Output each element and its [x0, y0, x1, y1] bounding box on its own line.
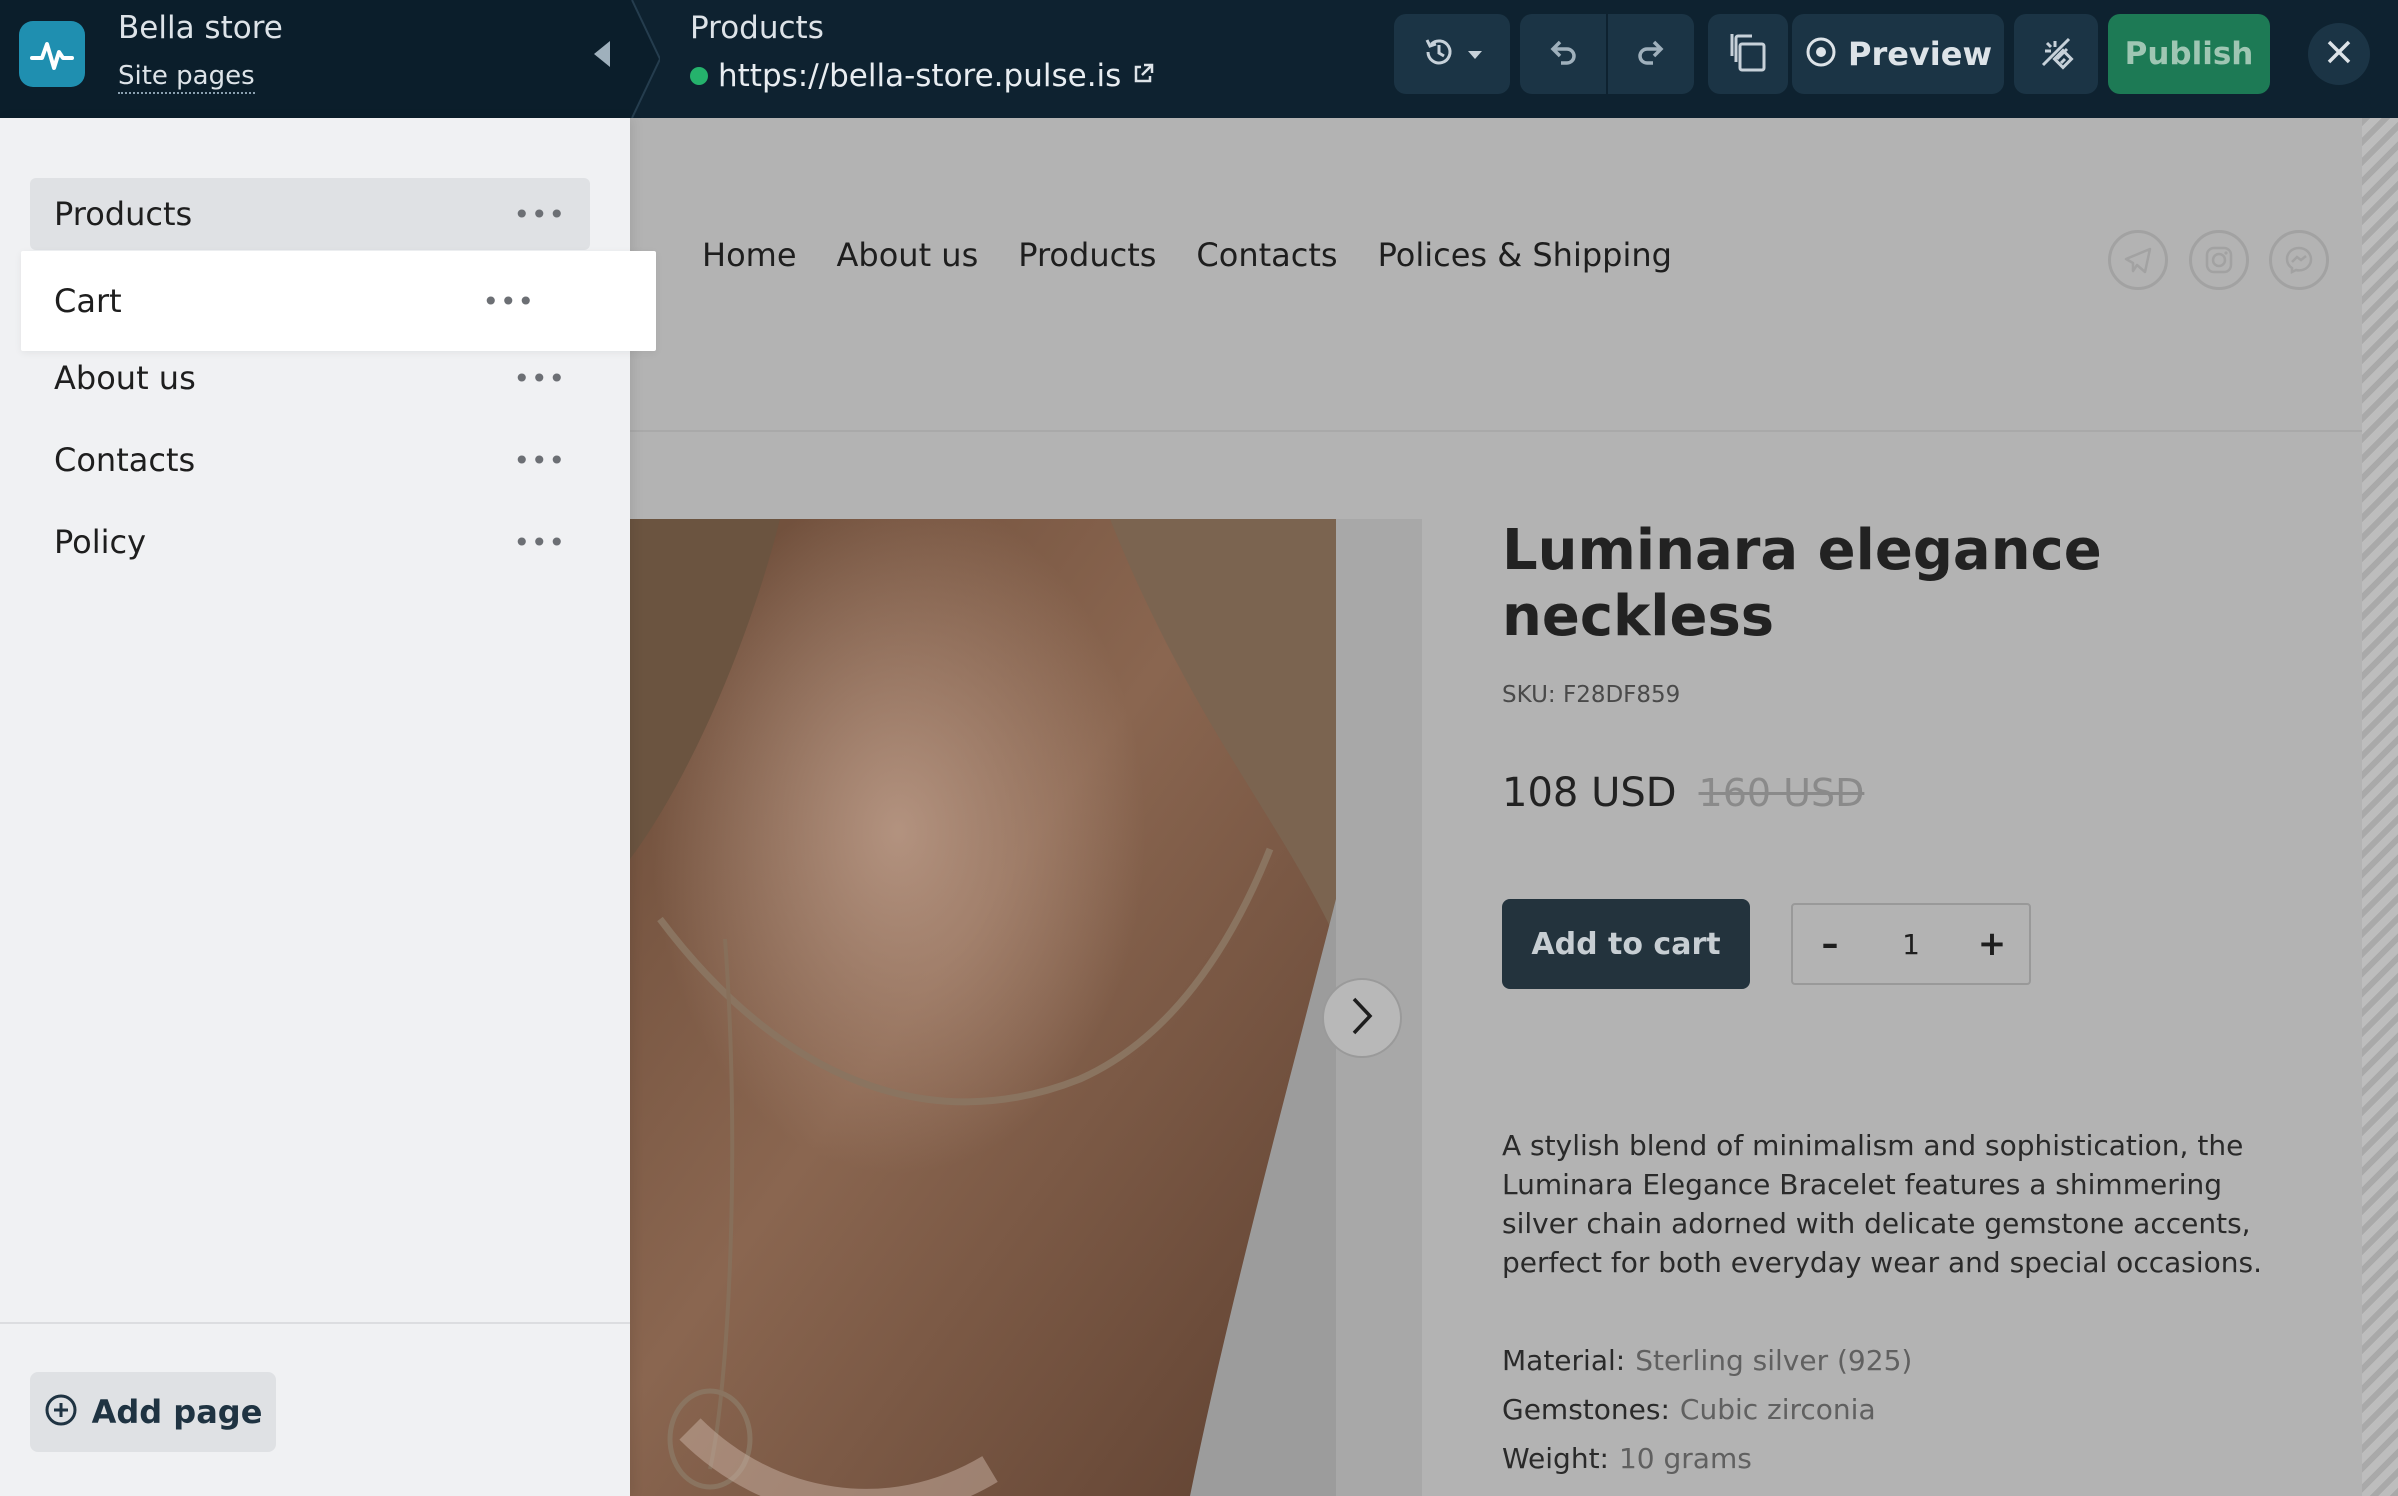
redo-button[interactable] — [1608, 14, 1694, 94]
spec-key: Weight: — [1502, 1442, 1609, 1475]
page-item-label: Policy — [54, 523, 147, 561]
instagram-icon[interactable] — [2189, 230, 2249, 290]
site-header-panel: Bella store Site pages — [0, 0, 632, 118]
publish-label: Publish — [2124, 36, 2254, 72]
product-sku: SKU: F28DF859 — [1502, 682, 1681, 708]
canvas-scroll-rail[interactable] — [2362, 118, 2398, 1496]
page-item-label: About us — [54, 359, 196, 397]
nav-link-home[interactable]: Home — [702, 236, 797, 274]
quantity-decrease-button[interactable]: – — [1815, 924, 1845, 964]
site-pages-sidebar: Products ••• Cart ••• About us ••• Conta… — [0, 118, 656, 1496]
nav-link-products[interactable]: Products — [1018, 236, 1156, 274]
more-options-icon[interactable]: ••• — [513, 526, 566, 559]
spec-gemstones: Gemstones: Cubic zirconia — [1502, 1393, 1876, 1426]
quantity-value[interactable]: 1 — [1902, 928, 1920, 961]
current-price: 108 USD — [1502, 770, 1677, 816]
add-page-label: Add page — [91, 1393, 263, 1431]
history-icon — [1421, 34, 1457, 74]
gallery-next-button[interactable] — [1322, 978, 1402, 1058]
quantity-increase-button[interactable]: + — [1977, 924, 2007, 964]
more-options-icon[interactable]: ••• — [513, 198, 566, 231]
page-item-label: Cart — [54, 282, 122, 320]
more-options-icon[interactable]: ••• — [513, 362, 566, 395]
nav-link-contacts[interactable]: Contacts — [1196, 236, 1337, 274]
page-item-products[interactable]: Products ••• — [30, 178, 590, 250]
history-button[interactable] — [1394, 14, 1510, 94]
telegram-icon[interactable] — [2108, 230, 2168, 290]
product-description: A stylish blend of minimalism and sophis… — [1502, 1129, 2262, 1279]
page-item-cart[interactable]: Cart ••• — [21, 251, 656, 351]
site-canvas[interactable]: Home About us Products Contacts Polices … — [630, 118, 2362, 1496]
spec-value: Cubic zirconia — [1679, 1393, 1876, 1426]
sidebar-footer-divider — [0, 1322, 630, 1324]
product-image[interactable] — [630, 519, 1336, 1496]
original-price: 160 USD — [1698, 771, 1865, 815]
product-title: Luminara elegance neckless — [1502, 518, 2102, 649]
add-to-cart-label: Add to cart — [1531, 926, 1721, 962]
site-pages-link[interactable]: Site pages — [118, 60, 255, 94]
spec-value: Sterling silver (925) — [1635, 1344, 1913, 1377]
pulse-logo-icon[interactable] — [19, 21, 85, 87]
chevron-down-icon — [1467, 45, 1483, 64]
add-page-button[interactable]: Add page — [30, 1372, 276, 1452]
quantity-stepper: – 1 + — [1791, 903, 2031, 985]
editor-toolbar: Bella store Site pages Products https://… — [0, 0, 2398, 118]
site-url[interactable]: https://bella-store.pulse.is — [690, 56, 1155, 96]
add-to-cart-button[interactable]: Add to cart — [1502, 899, 1750, 989]
header-divider — [630, 430, 2362, 432]
preview-label: Preview — [1847, 35, 1993, 73]
pages-icon — [1726, 30, 1770, 78]
page-item-policy[interactable]: Policy ••• — [30, 506, 590, 578]
nav-link-policies[interactable]: Polices & Shipping — [1378, 236, 1672, 274]
external-link-icon[interactable] — [1131, 62, 1155, 90]
chevron-right-icon — [1349, 996, 1375, 1040]
nav-link-about[interactable]: About us — [837, 236, 979, 274]
more-options-icon[interactable]: ••• — [513, 444, 566, 477]
pages-manager-button[interactable] — [1708, 14, 1788, 94]
page-item-contacts[interactable]: Contacts ••• — [30, 424, 590, 496]
collapse-sidebar-icon[interactable] — [584, 36, 620, 72]
site-navigation: Home About us Products Contacts Polices … — [702, 236, 1672, 274]
store-name: Bella store — [118, 10, 283, 46]
spec-key: Material: — [1502, 1344, 1626, 1377]
close-editor-button[interactable] — [2308, 23, 2370, 85]
ai-tools-button[interactable] — [2014, 14, 2098, 94]
spec-weight: Weight: 10 grams — [1502, 1442, 1752, 1475]
spec-key: Gemstones: — [1502, 1393, 1670, 1426]
spec-value: 10 grams — [1618, 1442, 1752, 1475]
eye-icon — [1804, 35, 1838, 73]
spec-material: Material: Sterling silver (925) — [1502, 1344, 1912, 1377]
undo-button[interactable] — [1520, 14, 1606, 94]
product-price: 108 USD 160 USD — [1502, 770, 1864, 816]
preview-button[interactable]: Preview — [1792, 14, 2004, 94]
publish-button[interactable]: Publish — [2108, 14, 2270, 94]
page-item-label: Contacts — [54, 441, 196, 479]
plus-circle-icon — [44, 1393, 78, 1431]
redo-icon — [1635, 37, 1667, 71]
messenger-icon[interactable] — [2269, 230, 2329, 290]
undo-icon — [1547, 37, 1579, 71]
more-options-icon[interactable]: ••• — [482, 285, 535, 318]
site-url-text[interactable]: https://bella-store.pulse.is — [718, 58, 1121, 94]
current-page-name: Products — [690, 10, 824, 46]
breadcrumb-separator-icon — [626, 0, 660, 118]
page-item-about-us[interactable]: About us ••• — [30, 342, 590, 414]
magic-wand-icon — [2037, 33, 2075, 75]
online-status-dot — [690, 67, 708, 85]
undo-redo-group — [1520, 14, 1694, 94]
page-item-label: Products — [54, 195, 193, 233]
close-icon — [2326, 39, 2352, 69]
